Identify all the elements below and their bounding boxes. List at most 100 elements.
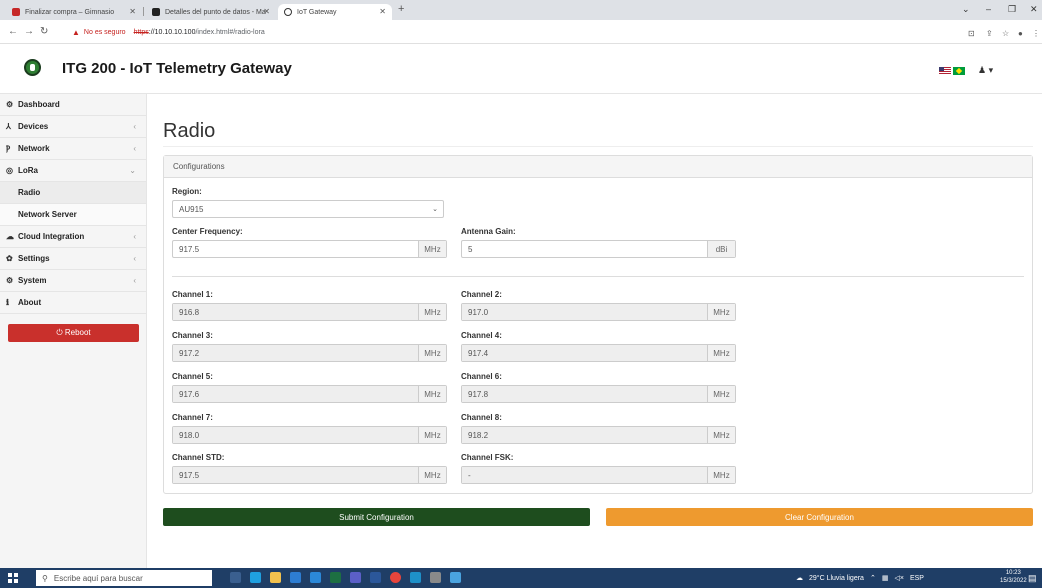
os-taskbar: ⚲ Escribe aquí para buscar ☁ 29°C Lluvia… (0, 568, 1042, 588)
taskbar-search-input[interactable]: ⚲ Escribe aquí para buscar (36, 570, 212, 586)
word-icon[interactable] (370, 572, 381, 583)
file-explorer-icon[interactable] (270, 572, 281, 583)
unit-addon: dBi (707, 241, 735, 257)
weather-status[interactable]: 29°C Lluvia ligera (809, 575, 864, 582)
browser-tab[interactable]: Finalizar compra – Gimnasio ✕ (6, 4, 142, 20)
reboot-button[interactable]: ⏻ Reboot (8, 324, 139, 342)
main-content: Radio Configurations Region: AU915 ⌄ Cen… (147, 94, 1042, 568)
network-icon[interactable]: ▦ (882, 574, 889, 582)
sidebar-item-label: Dashboard (18, 100, 60, 109)
new-tab-button[interactable]: + (398, 3, 404, 15)
tab-search-icon[interactable]: ⌄ (962, 4, 970, 15)
photos-icon[interactable] (410, 572, 421, 583)
chevron-left-icon: ‹ (133, 122, 136, 131)
channel-value: - (462, 467, 707, 483)
title-divider (163, 146, 1033, 147)
channel-value: 917.5 (173, 467, 418, 483)
store-icon[interactable] (290, 572, 301, 583)
sidebar-item-about[interactable]: ℹ About (0, 292, 146, 314)
back-icon[interactable]: ← (8, 26, 18, 37)
sidebar-item-lora[interactable]: ◎ LoRa ⌄ (0, 160, 146, 182)
system-clock[interactable]: 10:23 15/3/2022 (1000, 569, 1027, 585)
windows-start-icon[interactable] (8, 573, 18, 583)
forward-icon[interactable]: → (24, 26, 34, 37)
chevron-left-icon: ‹ (133, 276, 136, 285)
close-tab-icon[interactable]: ✕ (263, 7, 270, 16)
unit-addon: MHz (707, 345, 735, 361)
sidebar-item-system[interactable]: ⚙ System ‹ (0, 270, 146, 292)
brazil-flag-icon[interactable] (953, 67, 965, 75)
sidebar-item-devices[interactable]: ⅄ Devices ‹ (0, 116, 146, 138)
dashboard-icon: ⚙ (6, 100, 14, 109)
info-icon: ℹ (6, 298, 10, 307)
system-tray: ☁ 29°C Lluvia ligera ⌃ ▦ ◁× ESP (796, 568, 924, 588)
language-indicator[interactable]: ESP (910, 575, 924, 582)
mail-icon[interactable] (310, 572, 321, 583)
sidebar-item-dashboard[interactable]: ⚙ Dashboard (0, 94, 146, 116)
center-frequency-field[interactable]: 917.5 MHz (172, 240, 447, 258)
address-bar[interactable]: ▲ No es seguro https ://10.10.10.100 /in… (72, 24, 952, 40)
bookmark-star-icon[interactable]: ☆ (1002, 29, 1009, 38)
cloud-icon: ☁ (6, 232, 14, 241)
chevron-down-icon: ⌄ (432, 206, 438, 213)
region-label: Region: (172, 187, 202, 196)
chevron-up-icon[interactable]: ⌃ (870, 574, 876, 582)
share-icon[interactable]: ⇪ (986, 29, 993, 38)
center-frequency-input[interactable]: 917.5 (173, 241, 418, 257)
teams-icon[interactable] (350, 572, 361, 583)
volume-icon[interactable]: ◁× (894, 574, 903, 582)
sidebar-item-network-server[interactable]: Network Server (0, 204, 146, 226)
us-flag-icon[interactable] (939, 67, 951, 75)
tab-title: Finalizar compra – Gimnasio (25, 8, 115, 16)
snipping-tool-icon[interactable] (430, 572, 441, 583)
sidebar-item-label: Devices (18, 122, 49, 131)
antenna-gain-input[interactable]: 5 (462, 241, 707, 257)
restore-icon[interactable]: ❐ (1008, 4, 1016, 15)
not-secure-label[interactable]: No es seguro (84, 29, 126, 36)
sidebar-item-cloud-integration[interactable]: ☁ Cloud Integration ‹ (0, 226, 146, 248)
unit-addon: MHz (707, 467, 735, 483)
channel-field: 918.2 MHz (461, 426, 736, 444)
browser-tab-active[interactable]: IoT Gateway ✕ (278, 4, 392, 20)
network-icon: Ⲣ (6, 143, 11, 153)
profile-icon[interactable]: ● (1018, 29, 1023, 38)
chevron-left-icon: ‹ (133, 254, 136, 263)
close-tab-icon[interactable]: ✕ (129, 7, 136, 16)
clear-configuration-button[interactable]: Clear Configuration (606, 508, 1033, 526)
region-select[interactable]: AU915 ⌄ (172, 200, 444, 218)
submit-configuration-button[interactable]: Submit Configuration (163, 508, 590, 526)
sidebar-item-settings[interactable]: ✿ Settings ‹ (0, 248, 146, 270)
sidebar-item-network[interactable]: Ⲣ Network ‹ (0, 138, 146, 160)
channel-field: 918.0 MHz (172, 426, 447, 444)
excel-icon[interactable] (330, 572, 341, 583)
channel-field: 917.6 MHz (172, 385, 447, 403)
browser-menu-icon[interactable]: ⋮ (1032, 29, 1040, 38)
clock-time: 10:23 (1005, 570, 1021, 576)
task-view-icon[interactable] (230, 572, 241, 583)
browser-tab[interactable]: Detalles del punto de datos - Ma ✕ (146, 4, 276, 20)
channel-label: Channel 2: (461, 290, 502, 299)
notifications-icon[interactable]: ▤ (1028, 573, 1037, 584)
translate-icon[interactable]: ⊡ (968, 29, 975, 38)
lora-icon: ◎ (6, 166, 13, 175)
antenna-gain-field[interactable]: 5 dBi (461, 240, 736, 258)
app-icon[interactable] (450, 572, 461, 583)
chrome-icon[interactable] (390, 572, 401, 583)
language-selector (939, 67, 965, 75)
channel-label: Channel 4: (461, 331, 502, 340)
reload-icon[interactable]: ↻ (40, 26, 48, 37)
close-tab-icon[interactable]: ✕ (379, 7, 386, 16)
user-menu-button[interactable]: ♟ ▾ (978, 65, 993, 76)
url-path: /index.html#/radio-lora (195, 28, 265, 36)
channel-field: 916.8 MHz (172, 303, 447, 321)
antenna-gain-label: Antenna Gain: (461, 227, 516, 236)
tab-title: IoT Gateway (297, 8, 337, 16)
channel-field: 917.0 MHz (461, 303, 736, 321)
section-divider (172, 276, 1024, 277)
chevron-left-icon: ‹ (133, 232, 136, 241)
sidebar-item-radio[interactable]: Radio (0, 182, 146, 204)
window-close-icon[interactable]: ✕ (1030, 4, 1038, 15)
edge-icon[interactable] (250, 572, 261, 583)
minimize-icon[interactable]: – (986, 4, 991, 14)
channel-label: Channel FSK: (461, 453, 514, 462)
